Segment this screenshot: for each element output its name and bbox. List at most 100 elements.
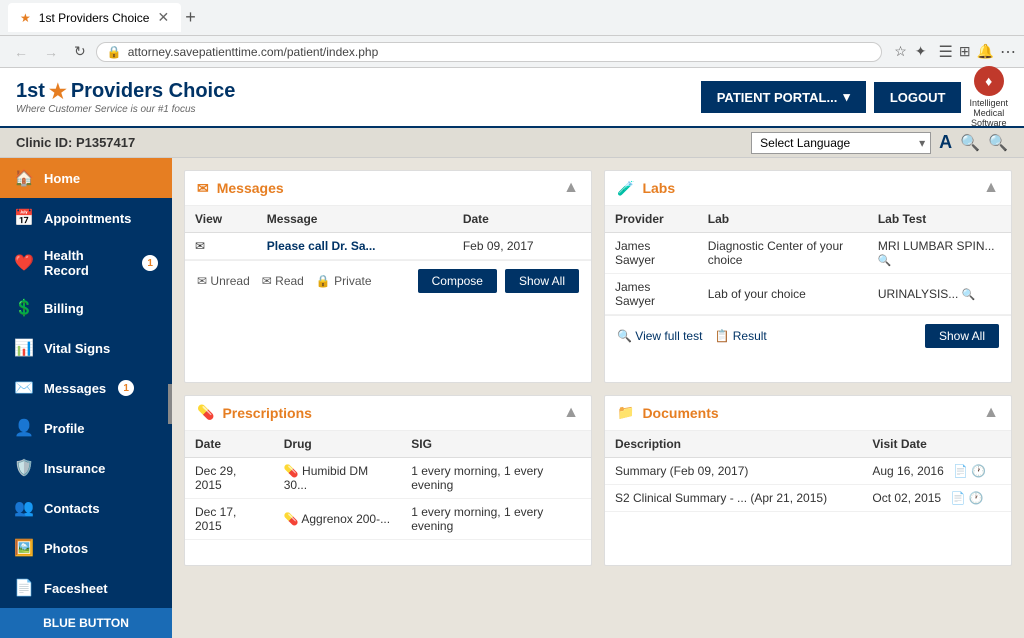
sidebar-item-photos[interactable]: 🖼️ Photos <box>0 528 172 568</box>
sidebar-label-health-record: Health Record <box>44 248 130 278</box>
msg-text[interactable]: Please call Dr. Sa... <box>257 233 453 260</box>
lab-provider-2: James Sawyer <box>605 274 698 315</box>
main-layout: 🏠 Home 📅 Appointments ❤️ Health Record 1… <box>0 158 1024 578</box>
facesheet-icon: 📄 <box>14 578 34 598</box>
lab-search-icon-2[interactable]: 🔍 <box>962 289 976 301</box>
labs-col-lab: Lab <box>698 206 868 233</box>
messages-card-header: ✉ Messages ▲ <box>185 171 591 206</box>
text-size-icon[interactable]: A <box>939 132 952 153</box>
sidebar-label-photos: Photos <box>44 541 88 556</box>
sidebar-item-messages[interactable]: ✉️ Messages 1 ‹ <box>0 368 172 408</box>
tab-close-icon[interactable]: ✕ <box>157 9 169 26</box>
table-row: S2 Clinical Summary - ... (Apr 21, 2015)… <box>605 484 1011 511</box>
back-button[interactable]: ← <box>8 42 34 62</box>
clinic-id: Clinic ID: P1357417 <box>16 135 135 150</box>
home-icon: 🏠 <box>14 168 34 188</box>
logo-star: ★ <box>49 79 67 104</box>
sidebar-collapse-handle[interactable]: ‹ <box>168 384 172 424</box>
msg-view-icon: ✉ <box>185 233 257 260</box>
doc-file-icon-2[interactable]: 📄 <box>950 491 965 505</box>
search-icon-2[interactable]: 🔍 <box>988 133 1008 153</box>
sidebar-item-home[interactable]: 🏠 Home <box>0 158 172 198</box>
pill-icon-1: 💊 <box>284 464 299 478</box>
documents-collapse-button[interactable]: ▲ <box>983 404 999 422</box>
lab-lab-2: Lab of your choice <box>698 274 868 315</box>
sidebar-item-appointments[interactable]: 📅 Appointments <box>0 198 172 238</box>
lock-icon: 🔒 <box>107 45 122 59</box>
messages-show-all-button[interactable]: Show All <box>505 269 579 293</box>
notifications-icon[interactable]: 🔔 <box>977 43 994 60</box>
logo: 1st ★ Providers Choice <box>16 79 235 104</box>
labs-col-test: Lab Test <box>868 206 1011 233</box>
view-full-test-link[interactable]: 🔍 View full test <box>617 329 702 343</box>
prx-date-1: Dec 29, 2015 <box>185 457 274 498</box>
labs-table: Provider Lab Lab Test James Sawyer Diagn… <box>605 206 1011 315</box>
sidebar-item-health-record[interactable]: ❤️ Health Record 1 <box>0 238 172 288</box>
logout-button[interactable]: LOGOUT <box>874 82 962 113</box>
table-row: Summary (Feb 09, 2017) Aug 16, 2016 📄 🕐 <box>605 457 1011 484</box>
logo-prefix: 1st <box>16 80 45 103</box>
refresh-button[interactable]: ↻ <box>68 41 92 62</box>
documents-icon: 📁 <box>617 404 634 421</box>
insurance-icon: 🛡️ <box>14 458 34 478</box>
star-icon[interactable]: ✦ <box>915 43 927 60</box>
result-link[interactable]: 📋 Result <box>714 329 766 343</box>
contacts-icon: 👥 <box>14 498 34 518</box>
heart-icon: ❤️ <box>14 253 34 273</box>
more-icon[interactable]: ⋯ <box>1000 42 1016 62</box>
doc-file-icon-1[interactable]: 📄 <box>953 464 968 478</box>
dropdown-arrow-icon: ▾ <box>843 89 850 105</box>
search-icon-1[interactable]: 🔍 <box>960 133 980 153</box>
messages-badge: 1 <box>118 380 134 396</box>
menu-icon[interactable]: ☰ <box>938 42 952 62</box>
doc-icon: 📋 <box>714 329 729 343</box>
messages-footer-left: ✉ Unread ✉ Read 🔒 Private <box>197 274 372 288</box>
labs-collapse-button[interactable]: ▲ <box>983 179 999 197</box>
sidebar: 🏠 Home 📅 Appointments ❤️ Health Record 1… <box>0 158 172 638</box>
sidebar-item-insurance[interactable]: 🛡️ Insurance <box>0 448 172 488</box>
sidebar-item-contacts[interactable]: 👥 Contacts <box>0 488 172 528</box>
documents-card: 📁 Documents ▲ Description Visit Date Sum… <box>604 395 1012 567</box>
sidebar-label-vital-signs: Vital Signs <box>44 341 110 356</box>
doc-clock-icon-2[interactable]: 🕐 <box>969 491 984 505</box>
sidebar-item-billing[interactable]: 💲 Billing <box>0 288 172 328</box>
language-select[interactable]: Select Language <box>751 132 931 154</box>
tab-favicon: ★ <box>20 11 31 25</box>
labs-footer: 🔍 View full test 📋 Result Show All <box>605 315 1011 356</box>
sidebar-label-appointments: Appointments <box>44 211 131 226</box>
extensions-icon[interactable]: ⊞ <box>959 43 971 60</box>
compose-button[interactable]: Compose <box>418 269 497 293</box>
address-bar[interactable]: 🔒 attorney.savepatienttime.com/patient/i… <box>96 42 882 62</box>
read-icon: ✉ <box>262 274 272 288</box>
doc-desc-1: Summary (Feb 09, 2017) <box>605 457 862 484</box>
new-tab-button[interactable]: + <box>185 7 196 28</box>
sidebar-label-contacts: Contacts <box>44 501 100 516</box>
bookmark-icon[interactable]: ☆ <box>894 43 907 60</box>
sidebar-label-facesheet: Facesheet <box>44 581 108 596</box>
lab-search-icon-1[interactable]: 🔍 <box>878 255 892 267</box>
table-row: ✉ Please call Dr. Sa... Feb 09, 2017 <box>185 233 591 260</box>
prescriptions-collapse-button[interactable]: ▲ <box>563 404 579 422</box>
labs-show-all-button[interactable]: Show All <box>925 324 999 348</box>
table-row: Dec 17, 2015 💊 Aggrenox 200-... 1 every … <box>185 498 591 539</box>
sidebar-item-facesheet[interactable]: 📄 Facesheet <box>0 568 172 608</box>
browser-tab[interactable]: ★ 1st Providers Choice ✕ <box>8 3 181 32</box>
language-select-wrap[interactable]: Select Language <box>751 132 931 154</box>
prescriptions-card-title: 💊 Prescriptions <box>197 404 312 421</box>
messages-collapse-button[interactable]: ▲ <box>563 179 579 197</box>
forward-button[interactable]: → <box>38 42 64 62</box>
browser-icons: ☰ ⊞ 🔔 ⋯ <box>938 42 1016 62</box>
doc-clock-icon-1[interactable]: 🕐 <box>971 464 986 478</box>
blue-button[interactable]: BLUE BUTTON <box>0 608 172 638</box>
sidebar-label-profile: Profile <box>44 421 84 436</box>
patient-portal-button[interactable]: PATIENT PORTAL... ▾ <box>701 81 866 113</box>
labs-card: 🧪 Labs ▲ Provider Lab Lab Test James Saw… <box>604 170 1012 383</box>
doc-date-2: Oct 02, 2015 📄 🕐 <box>862 484 1011 511</box>
sidebar-item-vital-signs[interactable]: 📊 Vital Signs <box>0 328 172 368</box>
sidebar-item-profile[interactable]: 👤 Profile <box>0 408 172 448</box>
doc-col-visit-date: Visit Date <box>862 431 1011 458</box>
documents-card-header: 📁 Documents ▲ <box>605 396 1011 431</box>
sidebar-label-insurance: Insurance <box>44 461 105 476</box>
prescriptions-icon: 💊 <box>197 404 214 421</box>
sidebar-label-messages: Messages <box>44 381 106 396</box>
